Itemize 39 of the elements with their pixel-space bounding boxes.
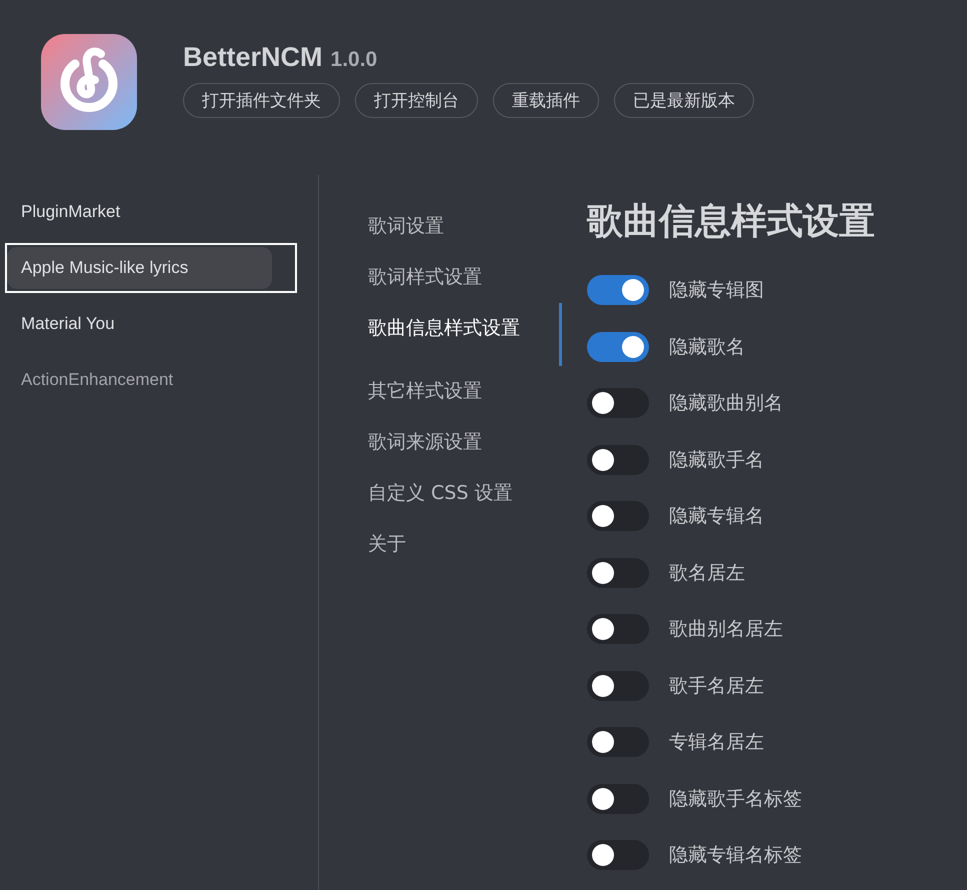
app-name: BetterNCM <box>183 42 323 73</box>
settings-nav-item[interactable]: 歌词设置 <box>368 213 562 264</box>
toggle-switch[interactable] <box>587 614 649 644</box>
toggle-switch[interactable] <box>587 784 649 814</box>
toggle-label: 隐藏专辑图 <box>669 278 764 304</box>
toggle-label: 歌名居左 <box>669 560 745 586</box>
header-button[interactable]: 已是最新版本 <box>614 83 754 118</box>
toggle-switch[interactable] <box>587 332 649 362</box>
header-button[interactable]: 打开控制台 <box>355 83 478 118</box>
toggle-label: 隐藏专辑名 <box>669 504 764 530</box>
toggle-label: 隐藏歌手名标签 <box>669 786 802 812</box>
toggle-label: 歌曲别名居左 <box>669 617 783 642</box>
app-version: 1.0.0 <box>330 48 378 72</box>
toggle-switch[interactable] <box>587 388 649 418</box>
panel-title: 歌曲信息样式设置 <box>587 200 875 244</box>
toggle-switch[interactable] <box>587 275 649 306</box>
settings-nav-item[interactable]: 歌曲信息样式设置 <box>368 303 562 366</box>
sidebar-item[interactable]: Apple Music-like lyrics <box>7 247 272 289</box>
sidebar-item[interactable]: Material You <box>7 303 272 345</box>
toggle-label: 专辑名居左 <box>669 730 764 756</box>
toggle-switch[interactable] <box>587 558 649 588</box>
toggle-switch[interactable] <box>587 727 649 758</box>
app-logo-icon <box>41 34 137 130</box>
toggle-label: 隐藏歌名 <box>669 334 745 360</box>
toggle-label: 隐藏专辑名标签 <box>669 843 802 868</box>
settings-nav-item[interactable]: 自定义 CSS 设置 <box>368 480 562 531</box>
toggle-label: 隐藏歌手名 <box>669 448 764 473</box>
header-button[interactable]: 重载插件 <box>493 83 599 118</box>
toggle-switch[interactable] <box>587 444 649 475</box>
settings-nav-item[interactable]: 其它样式设置 <box>368 378 562 429</box>
toggle-label: 隐藏歌曲别名 <box>669 391 783 416</box>
toggle-switch[interactable] <box>587 670 649 701</box>
toggle-label: 歌手名居左 <box>669 674 764 699</box>
toggle-switch[interactable] <box>587 501 649 532</box>
toggle-switch[interactable] <box>587 840 649 870</box>
sidebar-item[interactable]: PluginMarket <box>7 191 272 233</box>
settings-nav-item[interactable]: 关于 <box>368 531 562 582</box>
settings-nav-item[interactable]: 歌词来源设置 <box>368 429 562 480</box>
header-button[interactable]: 打开插件文件夹 <box>183 83 340 118</box>
